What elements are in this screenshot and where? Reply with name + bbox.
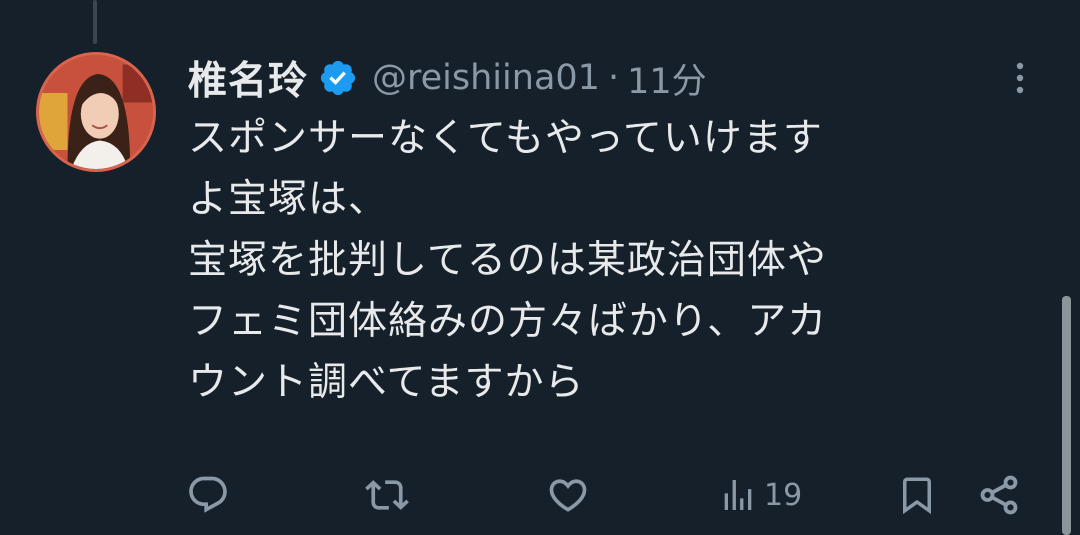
bookmark-button[interactable] (896, 472, 938, 518)
bookmark-icon (903, 477, 931, 515)
tweet-header: 椎名玲 @reishiina01 · 11分 (188, 50, 707, 106)
tweet-text: スポンサーなくてもやっていけます よ宝塚は、 宝塚を批判してるのは某政治団体や … (188, 116, 828, 405)
scrollbar[interactable] (1062, 296, 1071, 535)
avatar[interactable] (36, 52, 156, 172)
share-icon (980, 475, 1018, 515)
heart-icon (549, 479, 587, 512)
share-button[interactable] (976, 472, 1022, 518)
reply-icon (189, 476, 227, 513)
views-count: 19 (764, 477, 803, 513)
header-separator: · (607, 58, 620, 98)
more-options-icon[interactable] (1010, 58, 1030, 98)
views-button[interactable]: 19 (718, 472, 802, 518)
retweet-icon (365, 480, 409, 510)
avatar-photo-icon (39, 55, 153, 169)
verified-badge-icon (318, 58, 358, 98)
views-icon (724, 480, 752, 510)
display-name[interactable]: 椎名玲 (188, 50, 308, 106)
reply-button[interactable] (186, 472, 230, 518)
like-button[interactable] (546, 472, 590, 518)
timestamp[interactable]: 11分 (627, 53, 707, 104)
thread-connector-line (93, 0, 97, 44)
retweet-button[interactable] (364, 472, 410, 518)
user-handle[interactable]: @reishiina01 (372, 58, 600, 98)
